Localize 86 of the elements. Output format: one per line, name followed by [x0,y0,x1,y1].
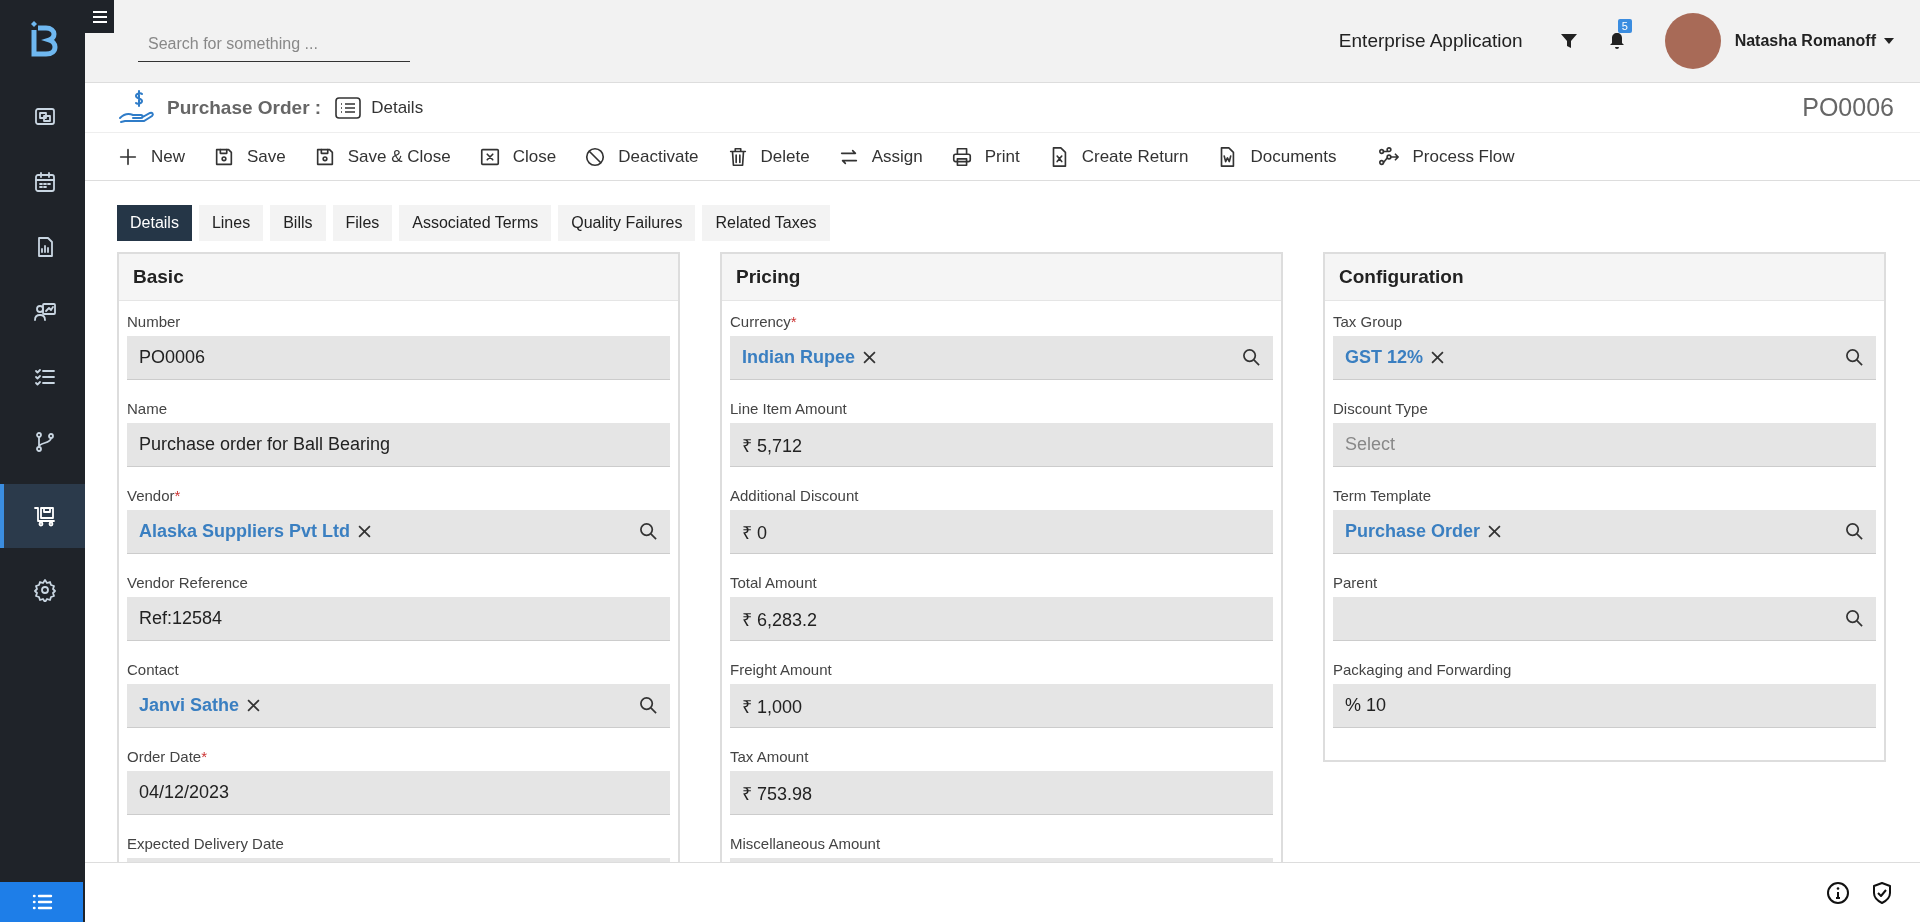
search-icon[interactable] [1845,348,1864,367]
toolbar-button[interactable]: Close [478,145,557,168]
remove-icon[interactable] [1431,351,1445,364]
lookup-field[interactable] [1333,597,1876,641]
filter-icon[interactable] [1558,31,1579,51]
toolbar-button[interactable]: Assign [837,145,923,168]
field-label: Order Date* [127,748,209,765]
page-title: Purchase Order : [167,96,322,119]
input-field[interactable]: % 10 [1333,684,1876,728]
search-icon[interactable] [639,696,658,715]
input-field[interactable]: PO0006 [127,336,670,380]
field-label: Miscellaneous Amount [730,835,882,852]
field-label: Discount Type [1333,400,1429,417]
toolbar-button[interactable]: Documents [1216,145,1337,168]
menu-icon [91,9,108,24]
record-number: PO0006 [1802,93,1894,122]
field-label: Vendor Reference [127,574,249,591]
field-label: Currency* [730,313,798,330]
menu-button[interactable] [85,0,114,33]
tab[interactable]: Files [332,205,393,241]
tab[interactable]: Related Taxes [702,205,830,241]
field-label: Contact [127,661,180,678]
panel-title: Pricing [722,254,1281,301]
field-label: Vendor* [127,487,182,504]
field-label: Name [127,400,168,417]
remove-icon[interactable] [1488,525,1502,538]
print-icon [950,145,973,168]
field-label: Expected Delivery Date [127,835,285,852]
search-icon[interactable] [639,522,658,541]
user-name[interactable]: Natasha Romanoff [1734,32,1876,50]
field-label: Number [127,313,182,330]
toolbar-button[interactable]: Save [213,145,286,168]
panel-title: Configuration [1325,254,1884,301]
tab[interactable]: Associated Terms [399,205,552,241]
toolbar-button[interactable]: Print [950,145,1020,168]
tab[interactable]: Lines [198,205,264,241]
settings-icon [32,578,57,602]
toolbar-button[interactable]: Delete [726,145,810,168]
remove-icon[interactable] [247,699,261,712]
user-chart-icon [32,300,57,324]
field-label: Line Item Amount [730,400,848,417]
field-label: Term Template [1333,487,1433,504]
field-label: Tax Group [1333,313,1404,330]
toolbar-button[interactable]: Save & Close [313,145,451,168]
tab[interactable]: Quality Failures [558,205,696,241]
toolbar-button[interactable]: New [117,145,185,168]
sidebar-item[interactable] [0,484,85,548]
field-label: Tax Amount [730,748,810,765]
deactivate-icon [584,145,607,168]
input-field[interactable]: ₹ 6,283.2 [730,597,1273,641]
shield-check-icon[interactable] [1870,880,1894,905]
list-view-icon [335,96,362,119]
panel-title: Basic [119,254,678,301]
search-icon[interactable] [1845,609,1864,628]
input-field[interactable]: ₹ 753.98 [730,771,1273,815]
input-field[interactable]: ₹ 1,000 [730,684,1273,728]
view-name: Details [371,97,424,118]
notification-count: 5 [1617,19,1632,33]
tab[interactable]: Bills [270,205,326,241]
search-field[interactable]: Search for something ... [138,26,410,62]
field-label: Parent [1333,574,1379,591]
flow-icon [1378,145,1401,168]
toolbar-button[interactable]: Deactivate [584,145,699,168]
field-label: Freight Amount [730,661,833,678]
list-menu-button[interactable] [0,882,83,922]
remove-icon[interactable] [863,351,876,364]
cart-icon [32,504,57,528]
info-icon[interactable] [1826,880,1850,905]
input-field[interactable]: Purchase order for Ball Bearing [127,423,670,467]
field-label: Total Amount [730,574,818,591]
remove-icon[interactable] [358,525,372,538]
toolbar-button[interactable]: Create Return [1047,145,1189,168]
search-icon[interactable] [1845,522,1864,541]
input-field[interactable]: 04/12/2023 [127,771,670,815]
field-label: Additional Discount [730,487,860,504]
input-field[interactable]: Ref:12584 [127,597,670,641]
search-icon[interactable] [1242,348,1261,367]
input-field[interactable]: ₹ 5,712 [730,423,1273,467]
toolbar-button[interactable]: Process Flow [1378,145,1515,168]
money-hand-icon [117,89,157,126]
field-label: Packaging and Forwarding [1333,661,1513,678]
input-field[interactable]: ₹ 0 [730,510,1273,554]
calendar-icon [32,170,57,194]
app-name: Enterprise Application [1338,30,1523,52]
tab[interactable]: Details [117,205,192,241]
caret-icon[interactable] [1884,38,1894,44]
